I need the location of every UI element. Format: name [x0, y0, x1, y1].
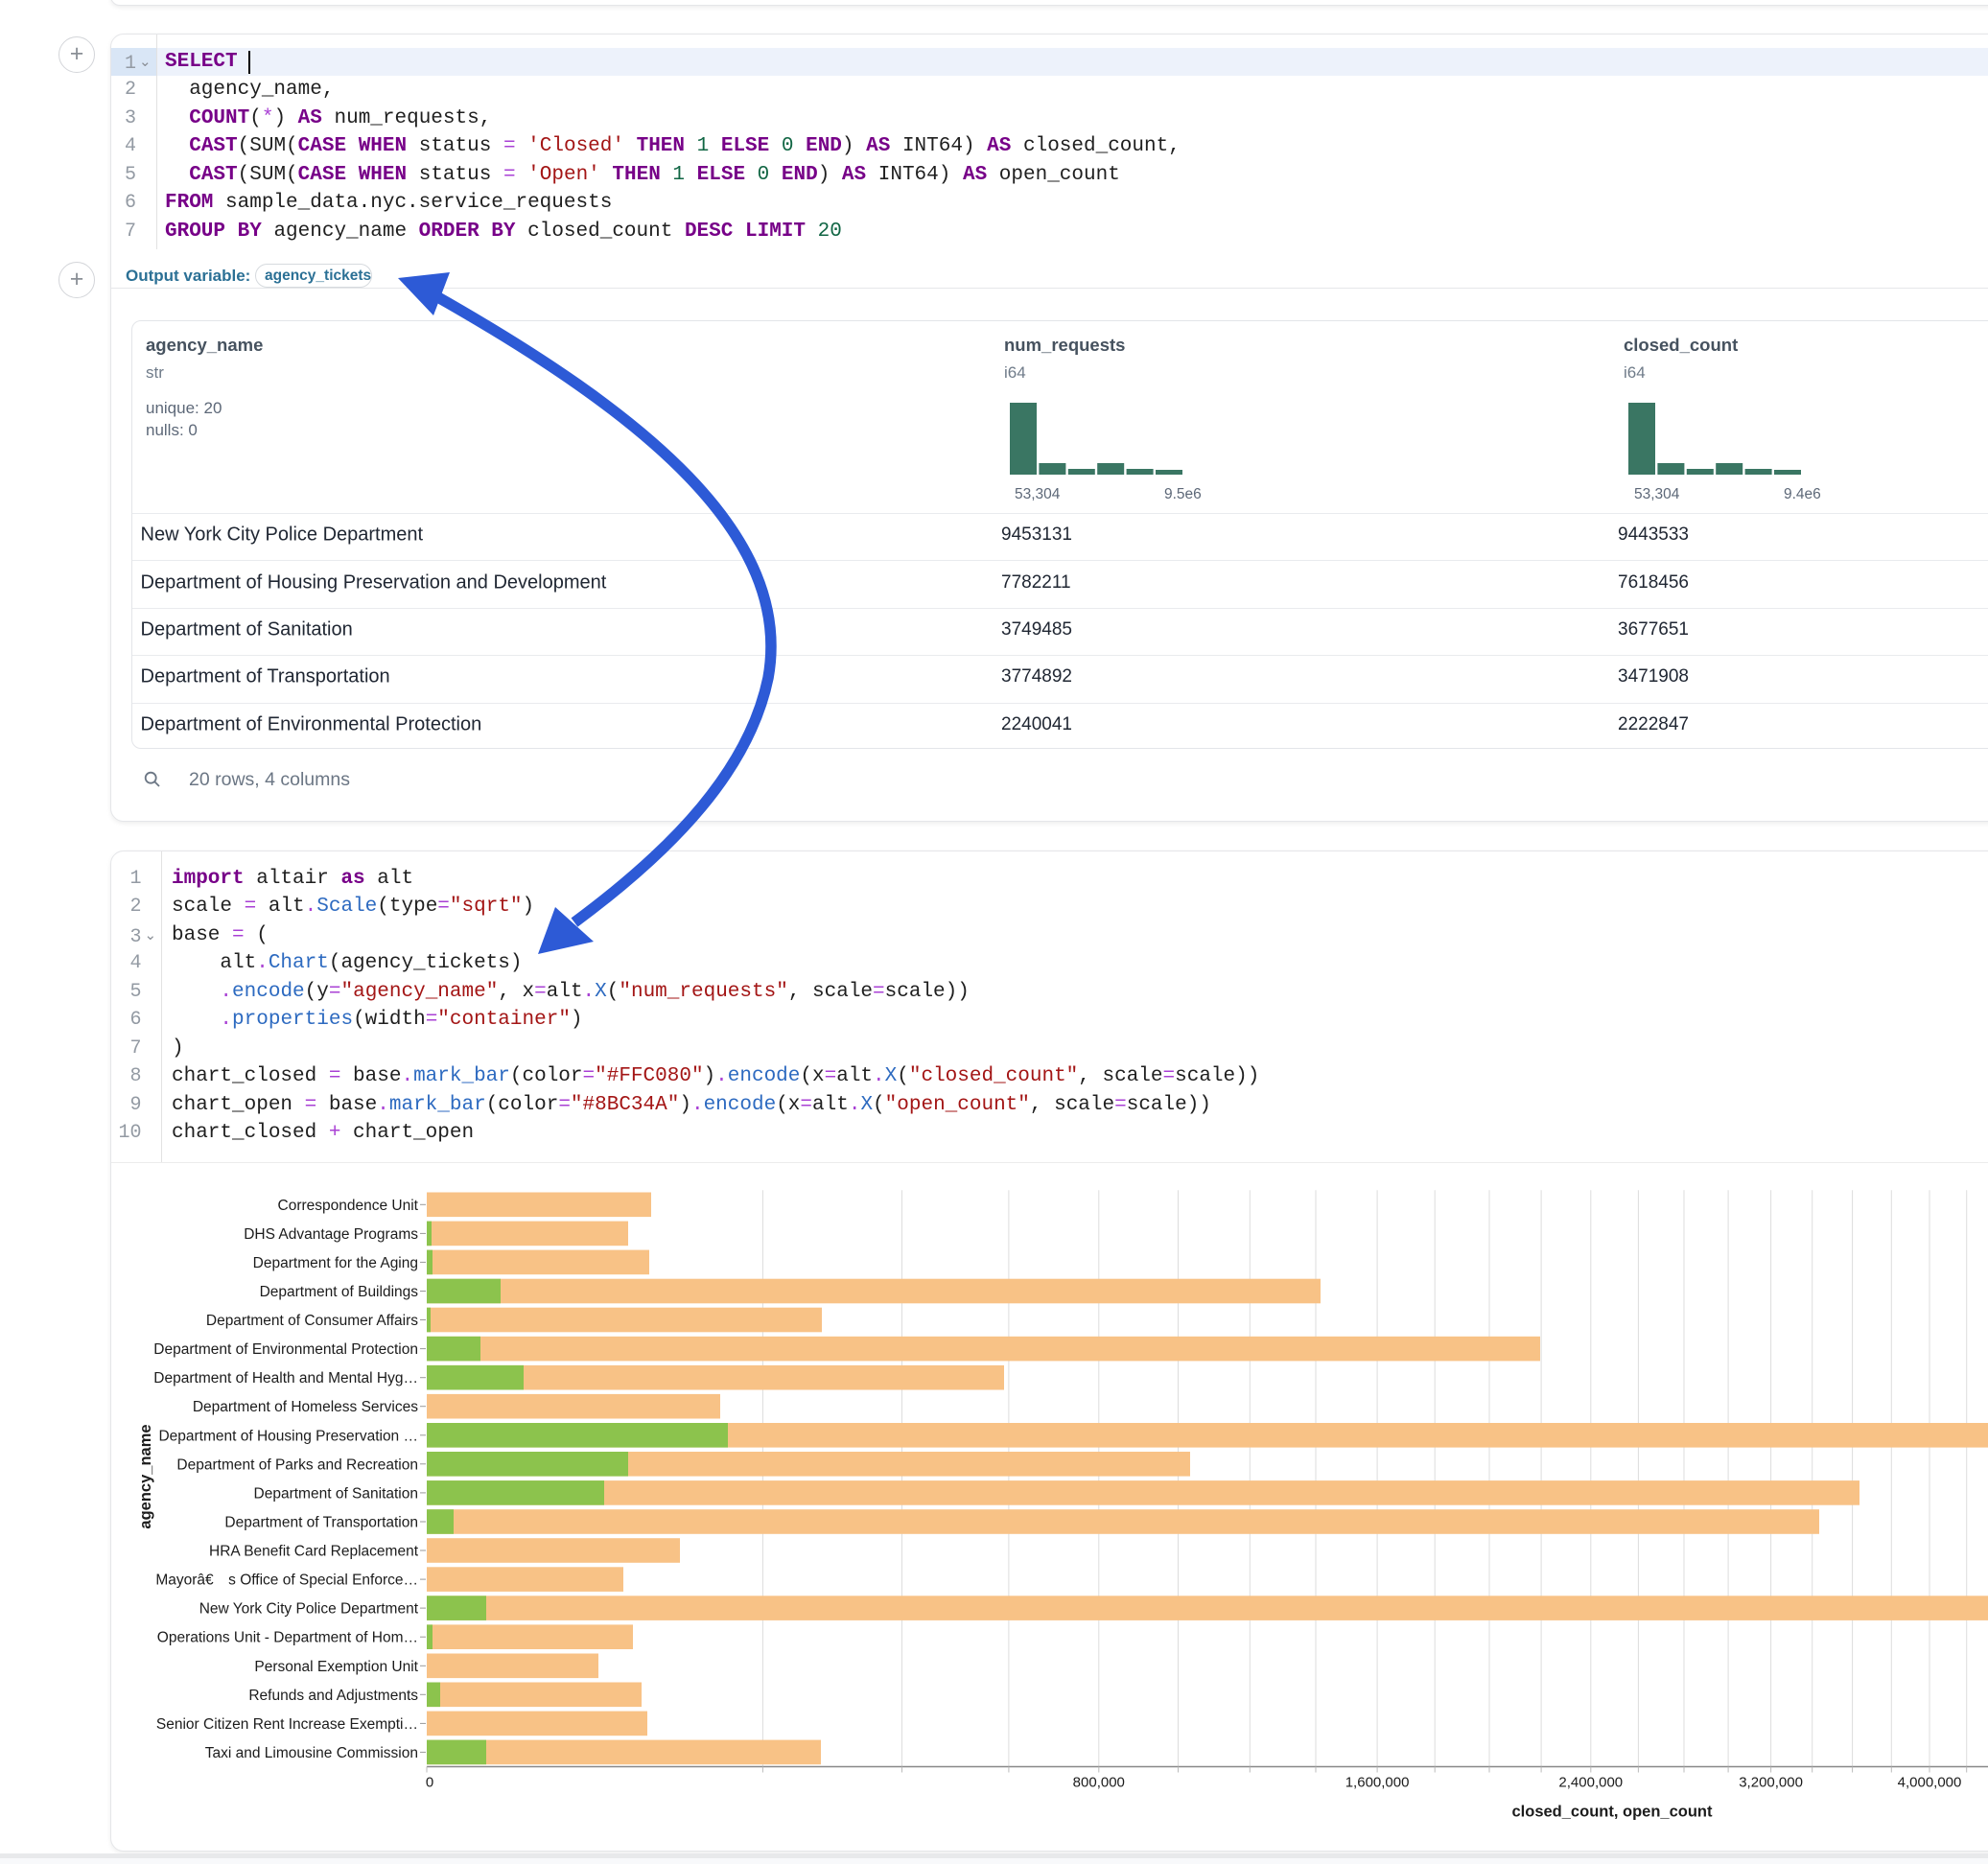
svg-text:Correspondence Unit: Correspondence Unit — [278, 1198, 419, 1214]
svg-text:Department for the Aging: Department for the Aging — [253, 1255, 418, 1271]
svg-text:Mayorâ€ s Office of Special E: Mayorâ€ s Office of Special Enforce… — [155, 1573, 418, 1589]
svg-text:closed_count, open_count: closed_count, open_count — [1511, 1804, 1713, 1821]
svg-text:Senior Citizen Rent Increase E: Senior Citizen Rent Increase Exempti… — [156, 1716, 418, 1733]
svg-text:Department of Homeless Service: Department of Homeless Services — [193, 1399, 418, 1415]
svg-text:Department of Transportation: Department of Transportation — [224, 1515, 418, 1531]
svg-text:New York City Police Departmen: New York City Police Department — [199, 1601, 419, 1618]
svg-text:1,600,000: 1,600,000 — [1345, 1775, 1410, 1791]
svg-text:Operations Unit - Department o: Operations Unit - Department of Hom… — [157, 1630, 418, 1646]
svg-text:Refunds and Adjustments: Refunds and Adjustments — [248, 1688, 418, 1704]
svg-text:3,200,000: 3,200,000 — [1739, 1775, 1803, 1791]
svg-text:Department of Sanitation: Department of Sanitation — [254, 1485, 418, 1502]
svg-text:Department of Housing Preserva: Department of Housing Preservation … — [158, 1428, 418, 1444]
svg-text:DHS Advantage Programs: DHS Advantage Programs — [244, 1226, 418, 1243]
svg-text:Department of Consumer Affairs: Department of Consumer Affairs — [206, 1313, 418, 1329]
svg-text:HRA Benefit Card Replacement: HRA Benefit Card Replacement — [209, 1544, 419, 1560]
svg-text:agency_name: agency_name — [137, 1424, 154, 1528]
svg-text:Department of Environmental Pr: Department of Environmental Protection — [153, 1341, 418, 1358]
svg-text:Department of Buildings: Department of Buildings — [260, 1284, 419, 1300]
svg-text:Department of Parks and Recrea: Department of Parks and Recreation — [176, 1456, 418, 1473]
svg-text:Department of Health and Menta: Department of Health and Mental Hyg… — [153, 1370, 418, 1386]
svg-text:Personal Exemption Unit: Personal Exemption Unit — [254, 1659, 418, 1675]
svg-text:4,000,000: 4,000,000 — [1898, 1775, 1962, 1791]
svg-text:2,400,000: 2,400,000 — [1558, 1775, 1623, 1791]
svg-text:0: 0 — [426, 1775, 433, 1791]
svg-text:Taxi and Limousine Commission: Taxi and Limousine Commission — [205, 1745, 418, 1761]
svg-text:800,000: 800,000 — [1073, 1775, 1125, 1791]
